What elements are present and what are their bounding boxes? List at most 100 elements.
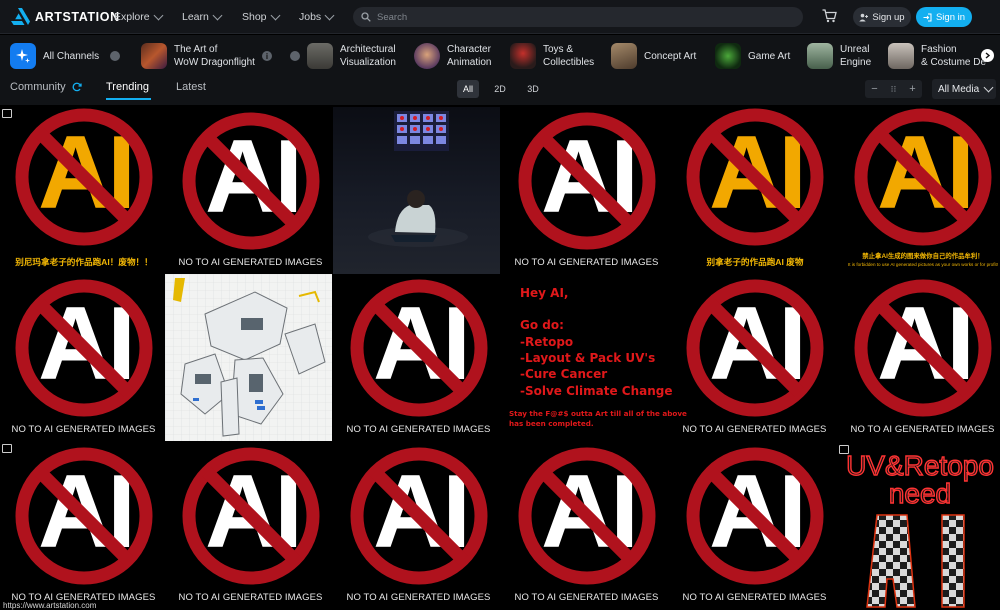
channel-thumbnail xyxy=(611,43,637,69)
chevron-right-icon[interactable] xyxy=(981,49,994,62)
chevron-down-icon xyxy=(153,10,164,21)
artwork-tile-no-ai[interactable]: AI 别尼玛拿老子的作品跑AI！废物！！ xyxy=(0,107,167,274)
artwork-tile-uv-retopo[interactable]: UV&Retopo need AI xyxy=(837,443,1000,610)
tab-trending[interactable]: Trending xyxy=(106,81,149,93)
nav-shop[interactable]: Shop xyxy=(242,10,280,23)
nav-learn-label: Learn xyxy=(182,11,209,23)
chevron-down-icon xyxy=(270,10,280,21)
sign-in-button[interactable]: Sign in xyxy=(916,7,972,27)
filter-3d[interactable]: 3D xyxy=(523,80,543,98)
artwork-tile-no-ai[interactable]: AI NO TO AI GENERATED IMAGES xyxy=(503,107,670,274)
artwork-caption: NO TO AI GENERATED IMAGES xyxy=(850,424,995,435)
user-plus-icon xyxy=(859,13,869,21)
no-ai-sign-icon: AI xyxy=(854,108,992,246)
channel-thumbnail xyxy=(807,43,833,69)
channel-thumbnail xyxy=(510,43,536,69)
no-ai-sign-icon: AI xyxy=(350,447,488,585)
channel-character-animation[interactable]: Character Animation xyxy=(414,42,491,70)
artwork-caption: NO TO AI GENERATED IMAGES xyxy=(346,424,491,435)
artwork-tile-kid-tv[interactable] xyxy=(333,107,500,274)
grid-size-icon[interactable]: ⁝⁝ xyxy=(884,80,903,98)
artwork-tile-mech-sketch[interactable] xyxy=(165,274,332,441)
filter-all[interactable]: All xyxy=(457,80,479,98)
artwork-tile-no-ai[interactable]: AI NO TO AI GENERATED IMAGES xyxy=(671,274,838,441)
channel-concept-art[interactable]: Concept Art xyxy=(611,42,696,70)
search-input[interactable] xyxy=(377,11,777,23)
nav-learn[interactable]: Learn xyxy=(182,10,223,23)
artstation-logo-icon xyxy=(11,8,30,25)
channel-prev-arrow[interactable] xyxy=(290,42,300,70)
artwork-caption: 别尼玛拿老子的作品跑AI！废物！！ xyxy=(15,257,153,267)
channel-label: Toys & Collectibles xyxy=(543,44,595,68)
no-ai-sign-icon: AI xyxy=(15,108,153,246)
artwork-tile-no-ai[interactable]: AI NO TO AI GENERATED IMAGES xyxy=(167,107,334,274)
media-select-value: All Media xyxy=(938,83,980,95)
refresh-icon xyxy=(72,82,82,92)
artwork-tile-no-ai[interactable]: AI NO TO AI GENERATED IMAGES xyxy=(335,442,502,609)
hey-ai-line: Hey AI, xyxy=(520,286,569,300)
active-tab-indicator xyxy=(106,98,151,100)
artwork-tile-no-ai[interactable]: AI NO TO AI GENERATED IMAGES xyxy=(335,274,502,441)
artwork-tile-no-ai[interactable]: AI NO TO AI GENERATED IMAGES xyxy=(503,442,670,609)
artwork-tile-no-ai[interactable]: AI NO TO AI GENERATED IMAGES xyxy=(839,274,1000,441)
hey-ai-footer: Stay the F@#$ outta Art till all of the … xyxy=(509,409,687,418)
channel-thumbnail xyxy=(888,43,914,69)
no-ai-sign-icon: AI xyxy=(15,279,153,417)
no-ai-sign-icon: AI xyxy=(182,112,320,250)
no-ai-sign-icon: AI xyxy=(518,447,656,585)
channel-thumbnail xyxy=(141,43,167,69)
artwork-tile-no-ai[interactable]: AI NO TO AI GENERATED IMAGES xyxy=(0,442,167,609)
zoom-in-button[interactable]: + xyxy=(903,80,922,98)
search-box[interactable] xyxy=(353,7,803,27)
no-ai-sign-icon: AI xyxy=(686,447,824,585)
tab-latest[interactable]: Latest xyxy=(176,81,206,93)
channel-toys-collectibles[interactable]: Toys & Collectibles xyxy=(510,42,594,70)
artwork-tile-no-ai[interactable]: AI 别拿老子的作品跑AI 废物 xyxy=(671,107,838,274)
nav-shop-label: Shop xyxy=(242,11,267,23)
channel-architectural-visualization[interactable]: Architectural Visualization xyxy=(307,42,396,70)
sign-up-label: Sign up xyxy=(872,11,905,23)
pin-icon[interactable] xyxy=(110,51,121,61)
media-type-select[interactable]: All Media xyxy=(932,79,996,99)
artwork-caption: NO TO AI GENERATED IMAGES xyxy=(346,592,491,603)
hey-ai-line: -Cure Cancer xyxy=(520,367,608,381)
sign-in-label: Sign in xyxy=(935,11,966,23)
artwork-caption: NO TO AI GENERATED IMAGES xyxy=(178,257,323,268)
hey-ai-line: Go do: xyxy=(520,318,564,332)
mech-robot-artwork xyxy=(165,274,332,441)
channel-wow-dragonflight[interactable]: The Art of WoW Dragonflight i xyxy=(141,42,272,70)
channel-label: Unreal Engine xyxy=(840,44,872,68)
channel-label: Game Art xyxy=(748,50,791,62)
tab-community[interactable]: Community xyxy=(10,81,82,93)
nav-jobs[interactable]: Jobs xyxy=(299,10,335,23)
artwork-caption: NO TO AI GENERATED IMAGES xyxy=(178,592,323,603)
channel-label: Character Animation xyxy=(447,44,492,68)
info-icon[interactable]: i xyxy=(261,51,272,61)
channel-all-channels[interactable]: All Channels xyxy=(10,42,121,70)
zoom-out-button[interactable]: − xyxy=(865,80,884,98)
channel-fashion-costume[interactable]: Fashion & Costume De xyxy=(888,42,986,70)
channel-game-art[interactable]: Game Art xyxy=(715,42,790,70)
no-ai-sign-icon: AI xyxy=(686,108,824,246)
hey-ai-line: -Layout & Pack UV's xyxy=(520,351,656,365)
sign-up-button[interactable]: Sign up xyxy=(853,7,911,27)
artwork-tile-hey-ai[interactable]: Hey AI, Go do: -Retopo -Layout & Pack UV… xyxy=(501,274,687,441)
artstation-logo[interactable]: ARTSTATION xyxy=(11,8,120,25)
multiple-images-icon xyxy=(2,109,12,118)
tab-community-label: Community xyxy=(10,81,66,93)
nav-explore[interactable]: Explore xyxy=(114,10,164,23)
channel-thumbnail xyxy=(715,43,741,69)
channel-label: Architectural Visualization xyxy=(340,44,396,68)
no-ai-sign-icon: AI xyxy=(686,279,824,417)
no-ai-sign-icon: AI xyxy=(182,447,320,585)
artwork-caption: NO TO AI GENERATED IMAGES xyxy=(682,424,827,435)
artwork-tile-no-ai[interactable]: AI 禁止拿AI生成的图来做你自己的作品牟利！ It is forbidden t… xyxy=(839,107,1000,274)
chevron-down-icon xyxy=(324,10,335,21)
artwork-tile-no-ai[interactable]: AI NO TO AI GENERATED IMAGES xyxy=(167,442,334,609)
cart-icon[interactable] xyxy=(822,9,837,23)
filter-2d[interactable]: 2D xyxy=(490,80,510,98)
artwork-tile-no-ai[interactable]: AI NO TO AI GENERATED IMAGES xyxy=(0,274,167,441)
channel-unreal-engine[interactable]: Unreal Engine xyxy=(807,42,871,70)
status-url: https://www.artstation.com xyxy=(0,601,100,610)
artwork-tile-no-ai[interactable]: AI NO TO AI GENERATED IMAGES xyxy=(671,442,838,609)
